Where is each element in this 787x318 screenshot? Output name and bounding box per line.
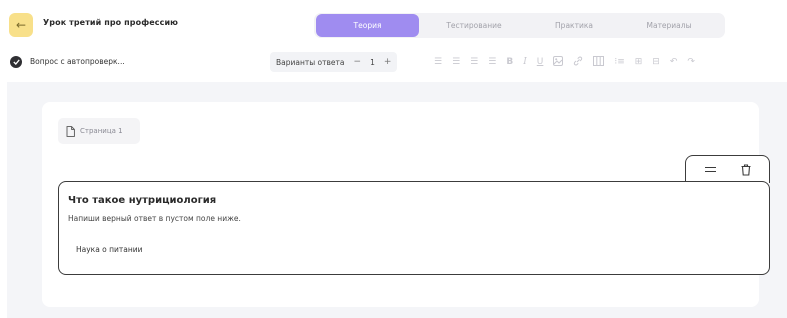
tab-practice[interactable]: Практика	[529, 14, 619, 37]
increment-button[interactable]: +	[384, 57, 392, 67]
question-tools	[685, 155, 770, 183]
back-button[interactable]: ←	[9, 13, 33, 37]
outdent-icon[interactable]: ⊟	[652, 57, 660, 67]
answer-options-control: Варианты ответа − 1 +	[270, 52, 398, 72]
arrow-left-icon: ←	[15, 18, 27, 32]
question-hint[interactable]: Напиши верный ответ в пустом поле ниже.	[68, 214, 241, 223]
indent-icon[interactable]: ⊞	[635, 57, 643, 67]
tab-testing[interactable]: Тестирование	[419, 14, 529, 37]
formatting-toolbar: ☰ ☰ ☰ ☰ B I U ⁝≡ ⊞ ⊟ ↶ ↷	[434, 53, 695, 71]
question-title[interactable]: Что такое нутрициология	[68, 195, 216, 206]
tab-materials[interactable]: Материалы	[619, 14, 719, 37]
answer-field[interactable]: Наука о питании	[76, 245, 143, 254]
trash-icon[interactable]	[741, 163, 751, 176]
section-tabs: Теория Тестирование Практика Материалы	[314, 13, 725, 38]
drag-handle-icon[interactable]	[704, 166, 716, 173]
redo-icon[interactable]: ↷	[687, 57, 695, 67]
underline-icon[interactable]: U	[537, 57, 544, 67]
page-icon	[66, 125, 75, 137]
undo-icon[interactable]: ↶	[670, 57, 678, 67]
align-left-icon[interactable]: ☰	[434, 57, 442, 67]
tab-theory[interactable]: Теория	[316, 14, 419, 37]
table-icon[interactable]	[593, 55, 605, 69]
bold-icon[interactable]: B	[506, 57, 513, 67]
decrement-button[interactable]: −	[354, 57, 362, 67]
align-right-icon[interactable]: ☰	[470, 57, 478, 67]
page-tab[interactable]: Страница 1	[58, 118, 140, 144]
lesson-title: Урок третий про профессию	[43, 18, 179, 27]
link-icon[interactable]	[573, 56, 583, 69]
page-tab-label: Страница 1	[80, 127, 123, 135]
italic-icon[interactable]: I	[523, 57, 527, 67]
align-justify-icon[interactable]: ☰	[488, 57, 496, 67]
question-type-select[interactable]: Вопрос с автопроверк...	[30, 57, 125, 66]
list-icon[interactable]: ⁝≡	[614, 57, 624, 67]
answer-options-label: Варианты ответа	[276, 57, 345, 67]
answer-count: 1	[370, 57, 375, 67]
align-center-icon[interactable]: ☰	[452, 57, 460, 67]
image-icon[interactable]	[553, 55, 564, 69]
check-circle-icon	[10, 56, 22, 68]
